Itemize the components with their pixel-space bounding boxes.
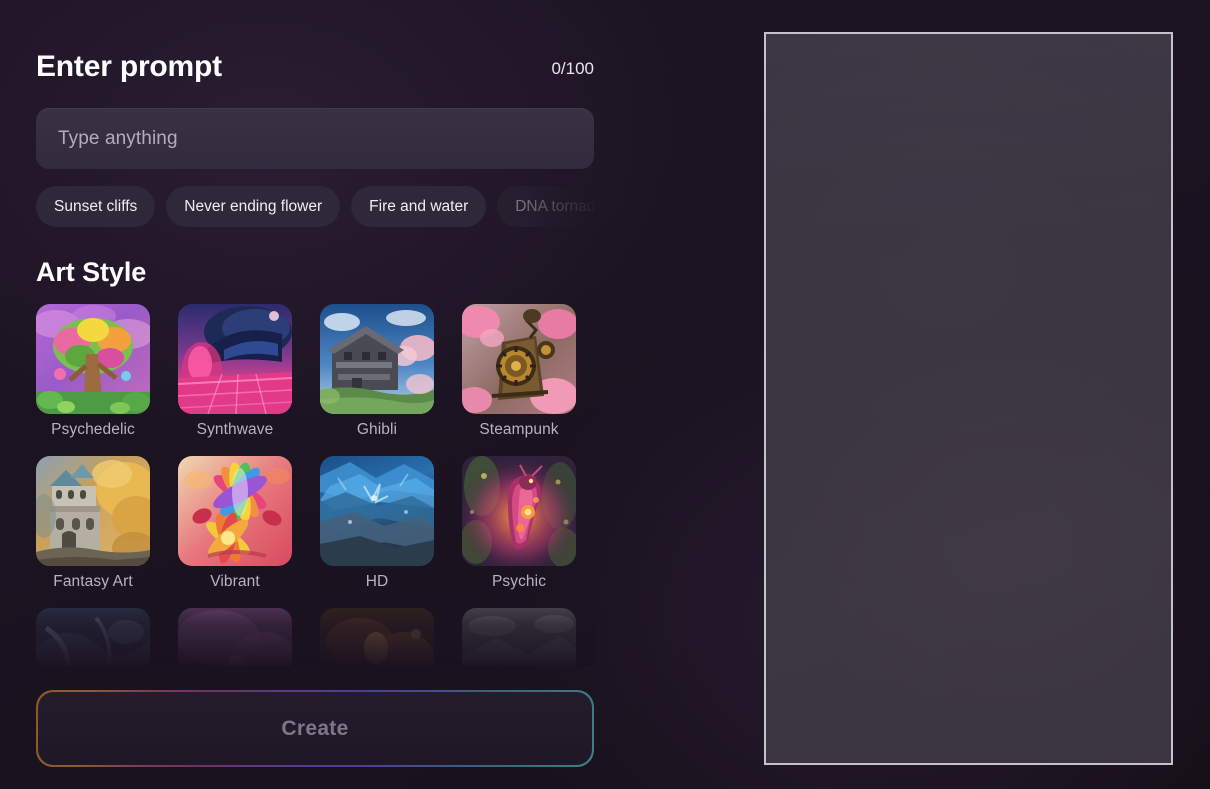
art-style-option-11[interactable] (320, 608, 434, 666)
hd-ice-thumbnail (320, 456, 434, 566)
art-style-option-12[interactable] (462, 608, 576, 666)
create-button-border: Create (36, 690, 594, 767)
art-style-option-hd[interactable]: HD (320, 456, 434, 591)
prompt-header: Enter prompt 0/100 (36, 50, 594, 90)
art-style-option-fantasy-art[interactable]: Fantasy Art (36, 456, 150, 591)
art-style-label: Vibrant (210, 573, 260, 590)
synthwave-neon-thumbnail (178, 304, 292, 414)
row3-blue-thumbnail (36, 608, 150, 666)
psychic-creature-thumbnail (462, 456, 576, 566)
art-style-grid: Psychedelic Synthwave Ghibli Steampunk F… (36, 304, 596, 666)
art-style-label: HD (365, 573, 389, 590)
art-style-option-ghibli[interactable]: Ghibli (320, 304, 434, 439)
prompt-panel: Enter prompt 0/100 Sunset cliffs Never e… (0, 0, 630, 789)
suggestion-chip-2[interactable]: Never ending flower (166, 186, 341, 227)
row3-pink-thumbnail (178, 608, 292, 666)
prompt-input[interactable] (58, 127, 572, 150)
suggestion-chip-4[interactable]: DNA tornado (497, 186, 596, 227)
suggestion-chip-1[interactable]: Sunset cliffs (36, 186, 156, 227)
preview-empty-state (766, 34, 1171, 763)
art-style-grid-container: Psychedelic Synthwave Ghibli Steampunk F… (36, 304, 596, 666)
character-counter: 0/100 (551, 59, 594, 78)
art-style-label: Ghibli (356, 421, 398, 438)
prompt-input-container[interactable] (36, 108, 594, 169)
suggestion-chip-3[interactable]: Fire and water (351, 186, 487, 227)
art-style-label: Fantasy Art (53, 573, 133, 590)
image-preview-panel[interactable] (764, 32, 1173, 765)
vibrant-flower-thumbnail (178, 456, 292, 566)
art-style-option-psychic[interactable]: Psychic (462, 456, 576, 591)
art-style-label: Synthwave (196, 421, 274, 438)
fantasy-castle-thumbnail (36, 456, 150, 566)
image-generator-app: Enter prompt 0/100 Sunset cliffs Never e… (0, 0, 1210, 789)
page-title: Enter prompt (36, 50, 222, 83)
row3-gray-thumbnail (462, 608, 576, 666)
create-button[interactable]: Create (37, 691, 593, 766)
psychedelic-tree-thumbnail (36, 304, 150, 414)
art-style-title: Art Style (36, 257, 147, 287)
art-style-label: Psychedelic (51, 421, 135, 438)
art-style-option-steampunk[interactable]: Steampunk (462, 304, 576, 439)
art-style-label: Steampunk (479, 421, 559, 438)
row3-amber-thumbnail (320, 608, 434, 666)
steampunk-gears-thumbnail (462, 304, 576, 414)
art-style-option-10[interactable] (178, 608, 292, 666)
art-style-option-psychedelic[interactable]: Psychedelic (36, 304, 150, 439)
art-style-option-synthwave[interactable]: Synthwave (178, 304, 292, 439)
art-style-option-vibrant[interactable]: Vibrant (178, 456, 292, 591)
ghibli-house-thumbnail (320, 304, 434, 414)
art-style-label: Psychic (491, 573, 547, 590)
suggestion-chips: Sunset cliffs Never ending flower Fire a… (36, 186, 596, 227)
art-style-option-9[interactable] (36, 608, 150, 666)
